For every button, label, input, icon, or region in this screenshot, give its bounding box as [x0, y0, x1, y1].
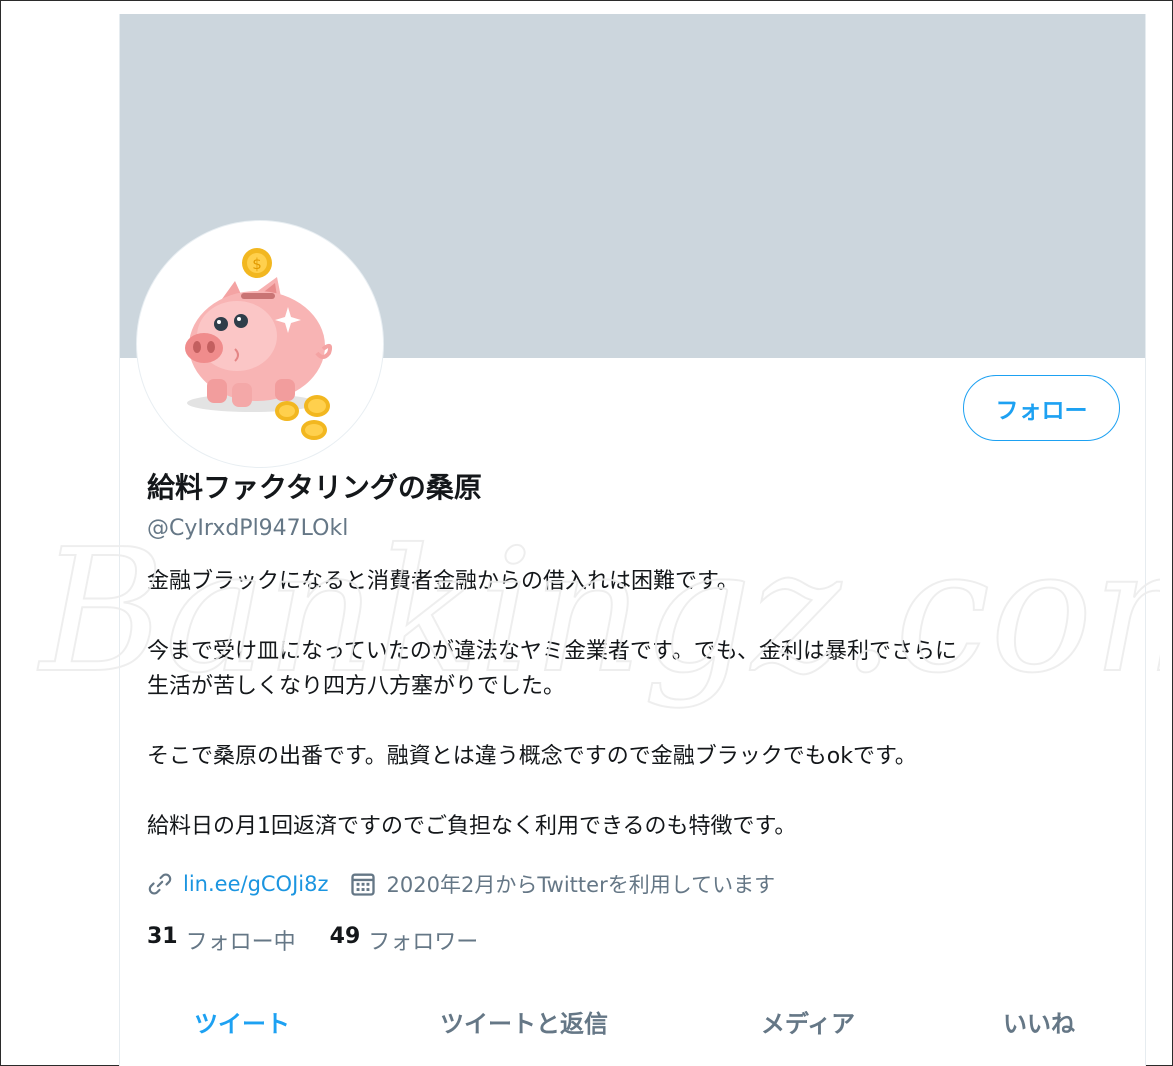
- profile-bio: 金融ブラックになると消費者金融からの借入れは困難です。 今まで受け皿になっていた…: [147, 564, 1122, 844]
- profile-tabs: ツイート ツイートと返信 メディア いいね: [120, 1004, 1145, 1044]
- follow-button[interactable]: フォロー: [963, 375, 1120, 441]
- tab-tweets-and-replies[interactable]: ツイートと返信: [440, 1004, 608, 1039]
- profile-joined-date: 2020年2月からTwitterを利用しています: [386, 873, 776, 897]
- profile-column: $ フォロー 給料ファクタリングの桑原 @CyIrxdPl947LOkl 金融ブ…: [119, 14, 1146, 1066]
- profile-avatar[interactable]: $: [137, 221, 383, 467]
- following-stat[interactable]: 31 フォロー中: [147, 924, 296, 956]
- followers-stat[interactable]: 49 フォロワー: [330, 924, 479, 956]
- bio-line: そこで桑原の出番です。融資とは違う概念ですので金融ブラックでもokです。: [147, 744, 917, 769]
- profile-stats: 31 フォロー中 49 フォロワー: [147, 924, 478, 956]
- profile-link[interactable]: lin.ee/gCOJi8z: [183, 872, 329, 896]
- calendar-icon: [350, 873, 375, 896]
- tab-likes[interactable]: いいね: [1003, 1004, 1075, 1039]
- following-count: 31: [147, 924, 178, 949]
- following-label: フォロー中: [185, 930, 296, 955]
- followers-label: フォロワー: [368, 930, 479, 955]
- bio-line: 給料日の月1回返済ですのでご負担なく利用できるのも特徴です。: [147, 814, 797, 839]
- tab-tweets[interactable]: ツイート: [194, 1004, 290, 1039]
- bio-line: 生活が苦しくなり四方八方塞がりでした。: [147, 674, 566, 699]
- svg-text:$: $: [252, 255, 262, 273]
- piggy-bank-avatar: $: [185, 248, 333, 440]
- bio-line: 金融ブラックになると消費者金融からの借入れは困難です。: [147, 569, 739, 594]
- profile-display-name: 給料ファクタリングの桑原: [147, 471, 482, 504]
- link-icon: [148, 873, 172, 895]
- bio-line: 今まで受け皿になっていたのが違法なヤミ金業者です。でも、金利は暴利でさらに: [147, 639, 958, 664]
- profile-handle: @CyIrxdPl947LOkl: [147, 516, 349, 541]
- tab-media[interactable]: メディア: [761, 1004, 855, 1039]
- profile-meta: lin.ee/gCOJi8z 2020年2月からTwitterを利用しています: [147, 869, 775, 899]
- followers-count: 49: [329, 924, 361, 949]
